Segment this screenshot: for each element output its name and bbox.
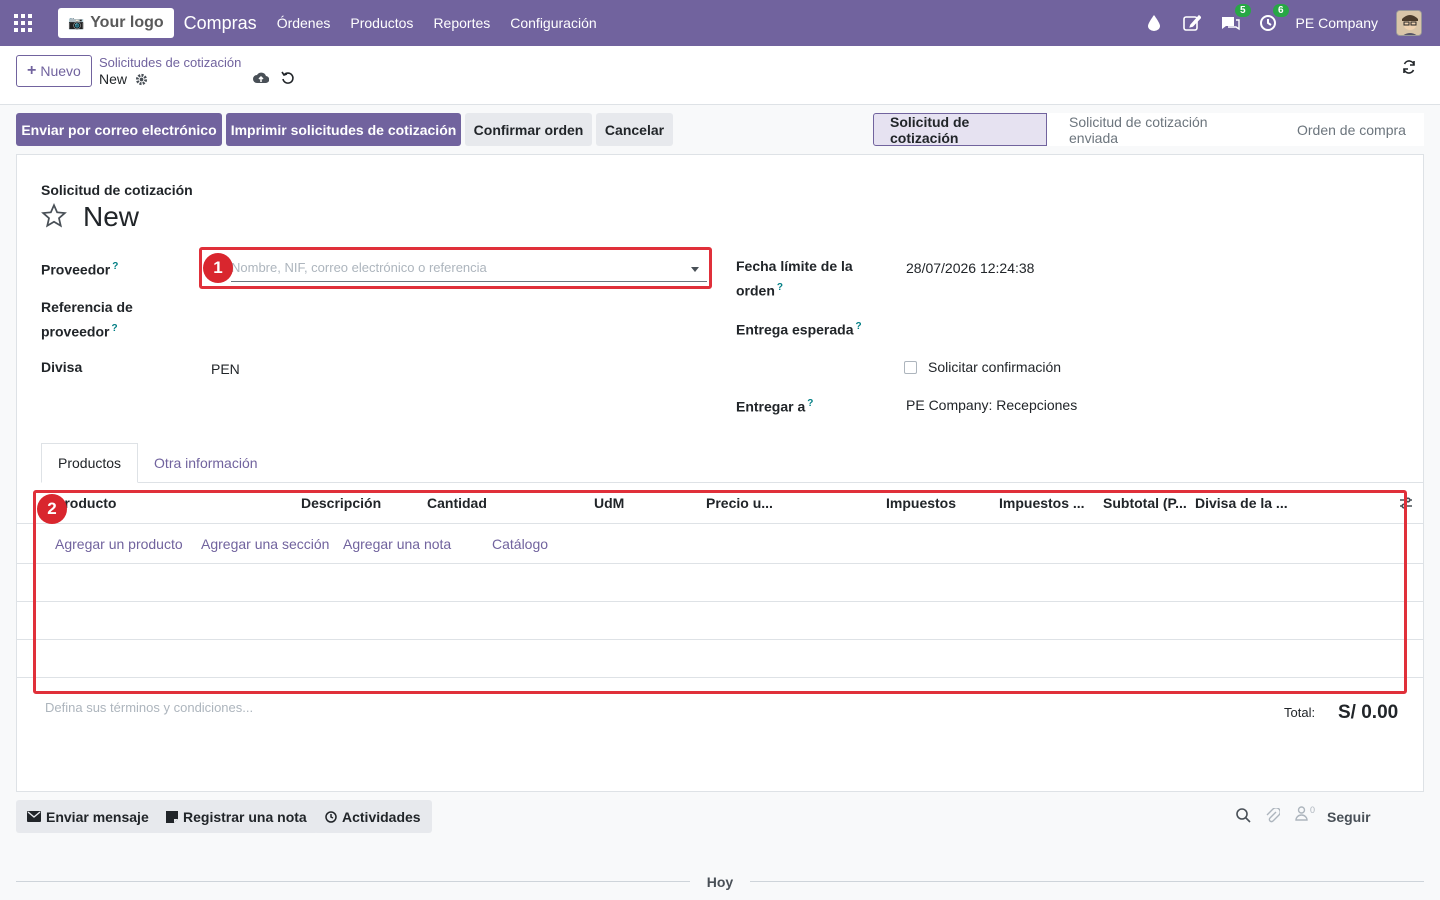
stage-purchase-order[interactable]: Orden de compra [1275, 113, 1424, 146]
user-avatar[interactable] [1396, 10, 1422, 36]
document-type: Solicitud de cotización [41, 182, 193, 198]
status-bar: Solicitud de cotización Solicitud de cot… [873, 113, 1424, 146]
deliver-to-field[interactable]: PE Company: Recepciones [906, 397, 1077, 413]
company-logo[interactable]: 📷 Your logo [58, 8, 174, 38]
refresh-icon[interactable] [1402, 60, 1416, 77]
menu-productos[interactable]: Productos [350, 15, 413, 31]
send-message-label: Enviar mensaje [46, 808, 149, 825]
activities-icon[interactable]: 6 [1258, 4, 1289, 33]
vendor-ref-label: Referencia de proveedor? [41, 297, 133, 343]
envelope-icon [27, 811, 41, 822]
terms-input[interactable]: Defina sus términos y condiciones... [45, 700, 253, 715]
expected-delivery-label: Entrega esperada? [736, 316, 862, 341]
highlight-box-vendor [199, 247, 712, 289]
deadline-field[interactable]: 28/07/2026 12:24:38 [906, 260, 1034, 276]
search-icon[interactable] [1236, 808, 1251, 823]
save-cloud-icon[interactable] [253, 71, 269, 85]
deadline-label-line1: Fecha límite de la [736, 258, 853, 274]
tab-productos[interactable]: Productos [41, 443, 139, 483]
vendor-label: Proveedor? [41, 256, 118, 281]
expected-delivery-label-text: Entrega esperada [736, 321, 854, 338]
help-icon[interactable]: ? [856, 321, 862, 332]
breadcrumb-current-label: New [99, 71, 128, 87]
clock-icon [325, 810, 337, 823]
stage-rfq[interactable]: Solicitud de cotización [873, 113, 1047, 146]
help-icon[interactable]: ? [111, 323, 117, 334]
deadline-label: Fecha límite de la orden? [736, 256, 853, 302]
total-label: Total: [1284, 705, 1316, 720]
messages-icon[interactable]: 5 [1220, 4, 1251, 33]
control-panel: + Nuevo Solicitudes de cotización New [0, 46, 1440, 105]
breadcrumb-current: New [99, 71, 148, 87]
callout-2: 2 [37, 494, 67, 524]
camera-icon: 📷 [68, 15, 85, 30]
deliver-to-label: Entregar a? [736, 393, 813, 418]
log-note-button[interactable]: Registrar una nota [155, 800, 318, 833]
top-navbar: 📷 Your logo Compras Órdenes Productos Re… [0, 0, 1440, 46]
messages-badge: 5 [1234, 4, 1251, 17]
send-email-button[interactable]: Enviar por correo electrónico [16, 113, 222, 146]
date-divider-left [16, 881, 691, 882]
currency-field[interactable]: PEN [211, 361, 240, 377]
help-icon[interactable]: ? [807, 398, 813, 409]
new-button[interactable]: + Nuevo [16, 55, 92, 87]
activities-button[interactable]: Actividades [314, 800, 432, 833]
menu-reportes[interactable]: Reportes [433, 15, 490, 31]
apps-menu-icon[interactable] [0, 0, 46, 46]
plus-icon: + [27, 62, 37, 79]
edit-icon[interactable] [1182, 13, 1202, 33]
help-icon[interactable]: ? [777, 282, 783, 293]
activities-label: Actividades [342, 808, 421, 825]
deliver-to-label-text: Entregar a [736, 398, 806, 415]
vendor-ref-label-line2: proveedor [41, 323, 110, 340]
highlight-box-lines [33, 490, 1407, 694]
currency-label: Divisa [41, 359, 83, 375]
callout-1: 1 [203, 253, 233, 283]
discard-icon[interactable] [281, 71, 295, 85]
deadline-label-line2: orden [736, 282, 775, 299]
app-name[interactable]: Compras [184, 13, 257, 34]
followers-icon[interactable]: 0 [1295, 804, 1316, 821]
help-icon[interactable]: ? [112, 261, 118, 272]
date-divider-right [750, 881, 1424, 882]
send-message-button[interactable]: Enviar mensaje [16, 800, 160, 833]
menu-configuracion[interactable]: Configuración [510, 15, 596, 31]
today-separator: Hoy [690, 874, 750, 890]
follow-button[interactable]: Seguir [1327, 809, 1371, 825]
total-amount: S/ 0.00 [1338, 702, 1399, 723]
page-title: New [83, 201, 140, 232]
company-switcher[interactable]: PE Company [1296, 15, 1378, 31]
log-note-label: Registrar una nota [183, 808, 307, 825]
menu-ordenes[interactable]: Órdenes [277, 15, 331, 31]
stage-rfq-sent[interactable]: Solicitud de cotización enviada [1047, 113, 1275, 146]
activities-badge: 6 [1272, 4, 1289, 17]
breadcrumb-parent[interactable]: Solicitudes de cotización [99, 55, 241, 70]
confirm-order-button[interactable]: Confirmar orden [465, 113, 592, 146]
notebook-tabs: Productos Otra información [41, 443, 274, 483]
vendor-ref-label-line1: Referencia de [41, 299, 133, 315]
star-icon[interactable] [41, 203, 67, 232]
gear-icon[interactable] [135, 73, 148, 86]
paperclip-icon[interactable] [1266, 808, 1280, 824]
vendor-label-text: Proveedor [41, 261, 111, 278]
ask-confirmation-label[interactable]: Solicitar confirmación [928, 359, 1061, 375]
cancel-button[interactable]: Cancelar [596, 113, 673, 146]
new-button-label: Nuevo [40, 63, 81, 79]
ask-confirmation-checkbox[interactable] [904, 361, 917, 374]
followers-count: 0 [1310, 804, 1316, 815]
print-rfq-button[interactable]: Imprimir solicitudes de cotización [226, 113, 461, 146]
tab-otra-informacion[interactable]: Otra información [138, 443, 273, 483]
logo-text: Your logo [90, 14, 164, 31]
note-icon [166, 810, 178, 823]
drop-icon[interactable] [1144, 13, 1164, 33]
